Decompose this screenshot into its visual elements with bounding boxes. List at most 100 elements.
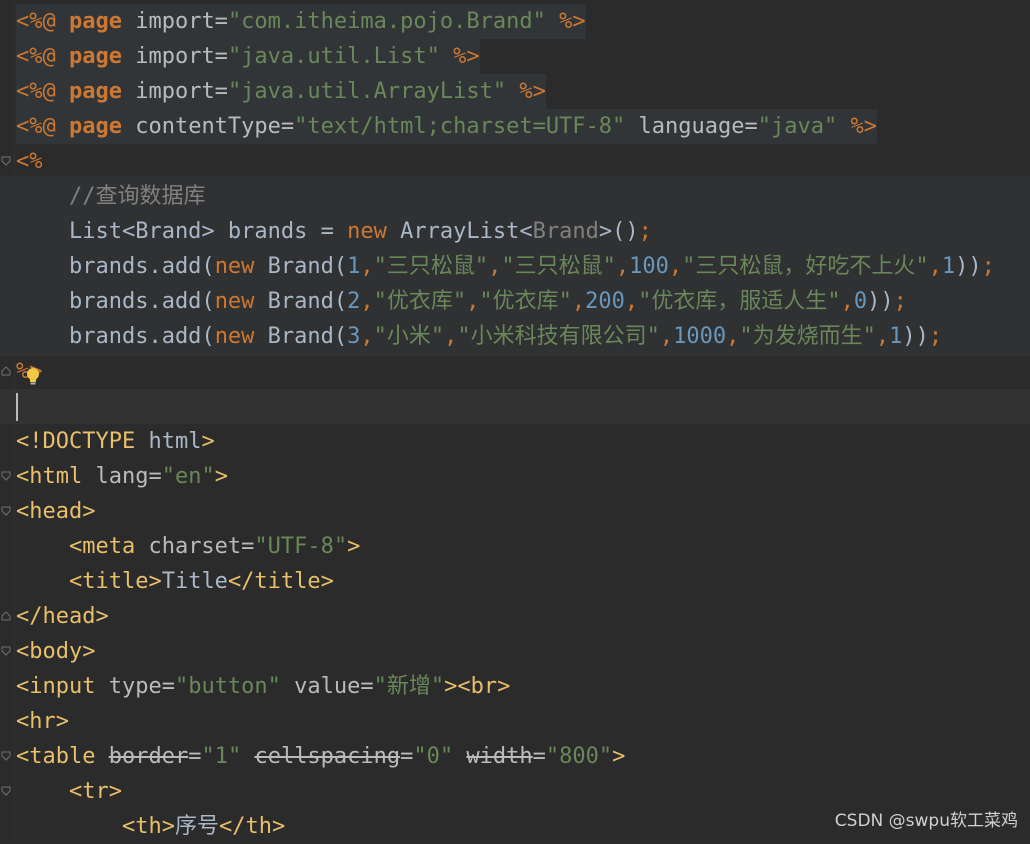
code-text: brands.add( [16, 254, 215, 279]
code-line-8[interactable]: brands.add(new Brand(1,"三只松鼠","三只松鼠",100… [16, 249, 995, 284]
code-line-2[interactable]: <%@ page import="java.util.List" %> [16, 39, 480, 74]
fold-marker-icon[interactable] [1, 156, 11, 166]
fold-marker-icon[interactable] [1, 646, 11, 656]
fold-marker-icon[interactable] [1, 751, 11, 761]
code-line-9[interactable]: brands.add(new Brand(2,"优衣库","优衣库",200,"… [16, 284, 907, 319]
attribute: lang= [95, 464, 162, 489]
deprecated-attribute: width [466, 744, 533, 769]
comma: , [726, 324, 740, 349]
lightbulb-icon[interactable] [24, 366, 42, 386]
directive-open: <%@ [16, 114, 69, 139]
code-line-20[interactable]: <input type="button" value="新增"><br> [16, 669, 510, 704]
code-line-13[interactable]: <!DOCTYPE html> [16, 424, 215, 459]
code-text: Title [161, 569, 228, 594]
fold-marker-icon[interactable] [1, 611, 11, 621]
comma: , [444, 324, 458, 349]
code-text: brands.add( [16, 289, 215, 314]
comma: , [360, 289, 374, 314]
number: 0 [853, 289, 868, 314]
code-line-10[interactable]: brands.add(new Brand(3,"小米","小米科技有限公司",1… [16, 319, 942, 354]
tag: <tr> [16, 779, 122, 804]
code-text: )) [955, 254, 982, 279]
code-line-17[interactable]: <title>Title</title> [16, 564, 334, 599]
string-value: "button" [174, 674, 281, 699]
tag: > [612, 744, 626, 769]
code-line-19[interactable]: <body> [16, 634, 95, 669]
attribute: value= [280, 674, 374, 699]
attr-import: import= [121, 9, 228, 34]
code-line-15[interactable]: <head> [16, 494, 95, 529]
deprecated-attribute: border [108, 744, 189, 769]
directive-close: %> [506, 79, 546, 104]
keyword-new: new [214, 254, 255, 279]
string-value: "三只松鼠" [501, 254, 616, 279]
attribute [241, 744, 254, 769]
code-text: 序号 [174, 814, 219, 839]
string-value: "优衣库" [479, 289, 572, 314]
code-text: >() [598, 219, 639, 244]
code-text: brands.add( [16, 324, 215, 349]
tag: > [201, 429, 215, 454]
fold-marker-icon[interactable] [1, 786, 11, 796]
code-text: html [148, 429, 202, 454]
tag: ><br> [444, 674, 511, 699]
code-line-1[interactable]: <%@ page import="com.itheima.pojo.Brand"… [16, 4, 586, 39]
code-editor[interactable]: <%@ page import="com.itheima.pojo.Brand"… [0, 0, 1030, 839]
code-text: List<Brand> brands = [16, 219, 348, 244]
number: 1 [347, 254, 361, 279]
number: 2 [347, 289, 361, 314]
code-text: Brand( [254, 324, 348, 349]
tag: <table [16, 744, 109, 769]
directive-open: <%@ [16, 9, 69, 34]
semicolon: ; [928, 324, 943, 349]
code-line-3[interactable]: <%@ page import="java.util.ArrayList" %> [16, 74, 546, 109]
fold-marker-icon[interactable] [1, 366, 11, 376]
comma: , [571, 289, 586, 314]
attribute: = [188, 744, 202, 769]
tag: > [214, 464, 228, 489]
code-line-6[interactable]: //查询数据库 [16, 179, 206, 214]
text-caret [16, 393, 18, 421]
string-value: "三只松鼠，好吃不上火" [682, 254, 929, 279]
code-line-21[interactable]: <hr> [16, 704, 69, 739]
comma: , [659, 324, 674, 349]
code-line-16[interactable]: <meta charset="UTF-8"> [16, 529, 360, 564]
comma: , [624, 289, 639, 314]
tag: <th> [16, 814, 175, 839]
semicolon: ; [893, 289, 907, 314]
string-value: "java.util.ArrayList" [227, 79, 507, 104]
code-line-5[interactable]: <% [16, 144, 43, 179]
comma: , [928, 254, 942, 279]
code-text: )) [902, 324, 929, 349]
tag: </title> [227, 569, 334, 594]
generic-type: Brand [532, 219, 599, 244]
attr-import: import= [121, 79, 228, 104]
code-line-7[interactable]: List<Brand> brands = new ArrayList<Brand… [16, 214, 652, 249]
fold-marker-icon[interactable] [1, 471, 11, 481]
tag: </head> [16, 604, 109, 629]
code-line-14[interactable]: <html lang="en"> [16, 459, 228, 494]
comma: , [360, 254, 374, 279]
code-line-18[interactable]: </head> [16, 599, 109, 634]
string-value: "1" [201, 744, 242, 769]
attribute [453, 744, 466, 769]
watermark: CSDN @swpu软工菜鸡 [834, 811, 1018, 831]
string-value: "java.util.List" [227, 44, 440, 69]
code-text: Brand( [254, 254, 348, 279]
number: 100 [629, 254, 669, 279]
code-line-22[interactable]: <table border="1" cellspacing="0" width=… [16, 739, 625, 774]
code-line-4[interactable]: <%@ page contentType="text/html;charset=… [16, 109, 877, 144]
comma: , [875, 324, 890, 349]
keyword-page: page [68, 79, 122, 104]
string-value: "优衣库" [373, 289, 467, 314]
fold-marker-icon[interactable] [1, 506, 11, 516]
number: 1 [941, 254, 956, 279]
tag: > [347, 534, 361, 559]
tag: <html [16, 464, 96, 489]
code-text: ArrayList< [386, 219, 533, 244]
code-text: )) [867, 289, 894, 314]
tag: <title> [16, 569, 162, 594]
string-value: "UTF-8" [254, 534, 348, 559]
code-line-23[interactable]: <tr> [16, 774, 122, 809]
keyword-new: new [214, 324, 255, 349]
